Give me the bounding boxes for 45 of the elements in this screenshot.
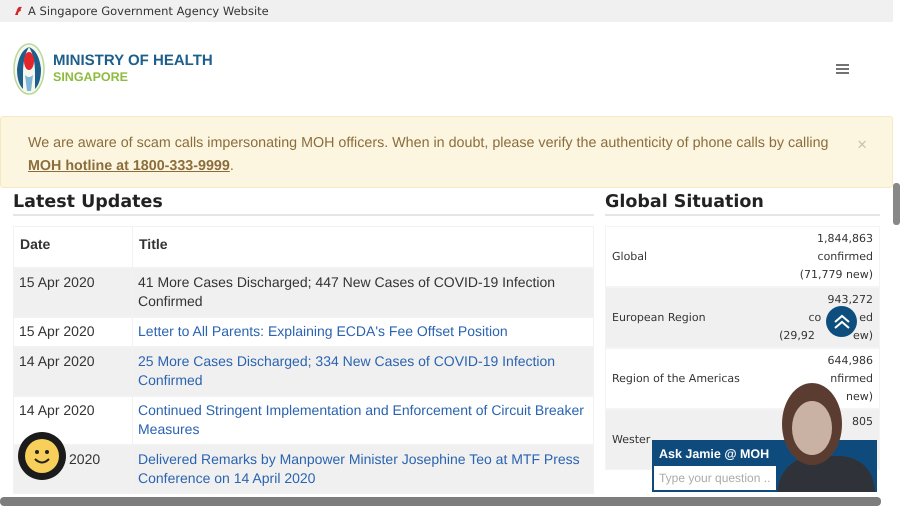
section-heading: Global Situation (605, 192, 880, 216)
update-link[interactable]: 25 More Cases Discharged; 334 New Cases of COVID-19 Infection Confirmed (132, 348, 593, 395)
scam-alert-text: We are aware of scam calls impersonating MOH officers. When in doubt, please verify the authenticity of phone calls by calling MOH hotline at 1800-333-9999. (28, 134, 830, 176)
case-count-text: nfirmed (830, 371, 873, 387)
scrollbar-thumb[interactable] (893, 183, 900, 225)
case-count-text: confirmed (818, 249, 873, 265)
menu-icon (836, 64, 849, 74)
case-count-text: 644,986 (828, 353, 873, 369)
smiley-icon (25, 439, 59, 473)
case-count-text: ew) (852, 328, 873, 344)
update-link[interactable]: Delivered Remarks by Manpower Minister Josephine Teo at MTF Press Conference on 14 April 2020 (132, 446, 593, 493)
case-count-text: 943,272 (828, 292, 873, 308)
update-link[interactable]: Continued Stringent Implementation and Enforcement of Circuit Breaker Measures (132, 397, 593, 444)
date-text: 14 Apr 2020 (19, 353, 95, 369)
case-count-text: 805 (852, 414, 873, 430)
update-title: 41 More Cases Discharged; 447 New Cases of COVID-19 Infection Confirmed (132, 269, 593, 316)
case-count-text: co (808, 310, 822, 326)
update-link[interactable]: Letter to All Parents: Explaining ECDA's Fee Offset Position (132, 318, 593, 346)
chat-title: Ask Jamie @ MOH (658, 446, 770, 463)
date-text: 15 Apr 2020 (19, 274, 95, 290)
case-count-text: ed (859, 310, 873, 326)
menu-button[interactable] (834, 62, 851, 76)
section-heading: Latest Updates (13, 192, 594, 216)
question-input-field[interactable]: Type your question ... (654, 466, 776, 490)
region-name: Region of the Americas (612, 372, 740, 385)
logo-title: MINISTRY OF HEALTH (53, 53, 213, 69)
lion-head-icon (14, 6, 23, 16)
date-text: 15 Apr 2020 (19, 323, 95, 339)
date-text: 14 Apr 2020 (19, 402, 95, 418)
double-chevron-up-icon (832, 314, 850, 330)
case-count-text: (29,92 (779, 328, 815, 344)
column-header: Title (132, 227, 593, 267)
logo-subtitle: SINGAPORE (53, 69, 130, 85)
region-name: Wester (612, 433, 650, 446)
region-name: European Region (612, 311, 706, 324)
date-text: 2020 (69, 451, 100, 467)
horizontal-scrollbar[interactable] (0, 497, 881, 506)
hotline-link[interactable]: MOH hotline at 1800-333-9999 (28, 158, 230, 174)
column-header: Date (19, 235, 52, 254)
government-agency-text: A Singapore Government Agency Website (28, 4, 269, 18)
case-count-text: (71,779 new) (800, 267, 873, 283)
region-name: Global (612, 250, 648, 263)
ministry-logo-icon (13, 43, 45, 95)
case-count-text: new) (846, 389, 873, 405)
case-count-text: 1,844,863 (817, 231, 873, 247)
